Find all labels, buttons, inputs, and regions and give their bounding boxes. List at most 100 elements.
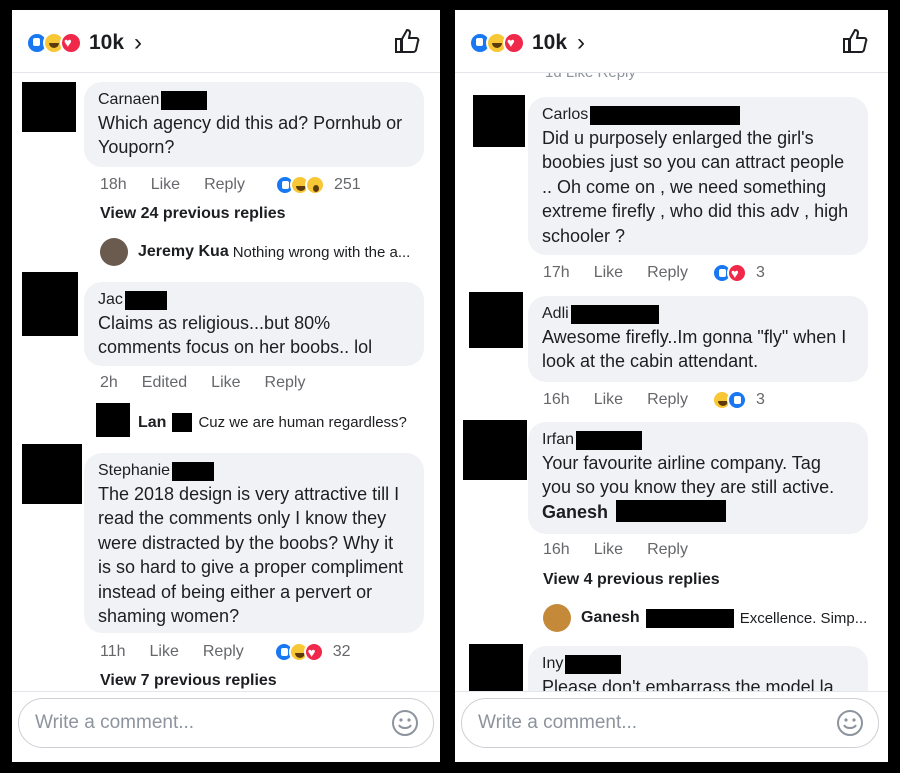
comment-text: The 2018 design is very attractive till … (98, 484, 404, 627)
like-link[interactable]: Like (594, 264, 623, 282)
comment-text: Your favourite airline company. Tag you … (542, 453, 835, 498)
reactions-header[interactable]: 10k › (12, 10, 440, 73)
comment-author: Stephanie (98, 461, 410, 481)
comment-meta: 16h Like Reply (543, 541, 712, 559)
love-reaction-icon (726, 263, 747, 283)
like-reaction-icon (726, 390, 747, 410)
comment-time: 16h (543, 391, 570, 408)
reactions-header[interactable]: 10k › (455, 10, 888, 73)
reply-text: Excellence. Simp... (739, 609, 868, 627)
redacted-surname (172, 413, 193, 432)
comment-input[interactable] (476, 711, 780, 735)
comment-body: Your favourite airline company. Tag you … (542, 451, 854, 524)
comment-reactions[interactable]: 251 (274, 175, 361, 195)
comment-reactions[interactable]: 3 (711, 263, 765, 283)
reaction-count: 10k (89, 31, 125, 54)
comment-composer (455, 691, 888, 762)
redacted-avatar (22, 444, 82, 504)
like-thumb-icon[interactable] (394, 28, 420, 54)
reply-link[interactable]: Reply (647, 541, 688, 559)
like-link[interactable]: Like (211, 374, 240, 392)
comment-box[interactable] (461, 698, 879, 748)
like-link[interactable]: Like (594, 541, 623, 559)
like-link[interactable]: Like (151, 176, 180, 194)
redacted-avatar (473, 95, 525, 147)
reaction-summary[interactable]: 10k › (469, 31, 585, 55)
comment-time: 2h (100, 374, 118, 391)
redacted-surname (124, 290, 167, 310)
comment-composer (12, 691, 440, 762)
emoji-icon[interactable] (391, 709, 419, 737)
reply-link[interactable]: Reply (647, 391, 688, 409)
love-reaction-icon (503, 32, 525, 54)
reply-text: Cuz we are human regardless? (198, 414, 407, 431)
reply-preview[interactable]: Ganesh Excellence. Simp... (543, 604, 867, 632)
author-name[interactable]: Carlos (542, 106, 588, 124)
comments-panel-left: 10k › Carnaen Which agency did this ad? … (12, 10, 440, 762)
comment-bubble[interactable]: Adli Awesome firefly..Im gonna "fly" whe… (528, 296, 868, 382)
comment-meta: 17h Like Reply 3 (543, 263, 765, 283)
redacted-avatar (96, 403, 130, 437)
redacted-surname (570, 304, 659, 324)
reply-author[interactable]: Lan (138, 414, 166, 432)
reply-link[interactable]: Reply (203, 643, 244, 661)
reply-preview[interactable]: Lan Cuz we are human regardless? (138, 413, 407, 432)
view-previous-replies[interactable]: View 24 previous replies (100, 205, 286, 223)
comment-author: Adli (542, 304, 854, 324)
redacted-surname (645, 608, 734, 628)
reply-author[interactable]: Jeremy Kua (138, 243, 229, 261)
reply-link[interactable]: Reply (647, 264, 688, 282)
author-name[interactable]: Stephanie (98, 462, 170, 480)
comment-input[interactable] (33, 711, 337, 735)
reaction-count: 3 (755, 391, 765, 408)
chevron-right-icon[interactable]: › (134, 31, 142, 55)
comment-meta: 11h Like Reply 32 (100, 642, 351, 662)
comment-meta: 16h Like Reply 3 (543, 390, 765, 410)
comment-reactions[interactable]: 32 (273, 642, 351, 662)
avatar[interactable] (543, 604, 571, 632)
comment-time: 11h (100, 643, 126, 660)
comment-reactions[interactable]: 3 (711, 390, 765, 410)
author-name[interactable]: Carnaen (98, 91, 159, 109)
author-name[interactable]: Jac (98, 291, 123, 309)
reaction-summary[interactable]: 10k › (26, 31, 142, 55)
redacted-avatar (469, 644, 523, 698)
comment-bubble[interactable]: Carlos Did u purposely enlarged the girl… (528, 97, 868, 255)
chevron-right-icon[interactable]: › (577, 31, 585, 55)
comment-feed: Carnaen Which agency did this ad? Pornhu… (12, 10, 440, 762)
like-thumb-icon[interactable] (842, 28, 868, 54)
avatar[interactable] (100, 238, 128, 266)
comment-bubble[interactable]: Jac Claims as religious...but 80% commen… (84, 282, 424, 366)
author-name[interactable]: Irfan (542, 431, 574, 449)
comment-time: 17h (543, 264, 570, 281)
redacted-avatar (22, 272, 78, 336)
love-reaction-icon (60, 32, 82, 54)
emoji-icon[interactable] (836, 709, 864, 737)
comment-author: Irfan (542, 430, 854, 450)
redacted-surname (172, 461, 215, 481)
reaction-count: 251 (333, 176, 361, 193)
comment-bubble[interactable]: Carnaen Which agency did this ad? Pornhu… (84, 82, 424, 167)
comment-meta: 18h Like Reply 251 (100, 175, 361, 195)
reply-preview[interactable]: Jeremy Kua Nothing wrong with the a... (100, 238, 410, 266)
comment-bubble[interactable]: Irfan Your favourite airline company. Ta… (528, 422, 868, 534)
comment-bubble[interactable]: Stephanie The 2018 design is very attrac… (84, 453, 424, 633)
view-previous-replies[interactable]: View 7 previous replies (100, 672, 277, 690)
mention-tag[interactable]: Ganesh (542, 502, 608, 522)
like-link[interactable]: Like (150, 643, 179, 661)
comment-meta: 2h Edited Like Reply (100, 374, 329, 392)
reply-link[interactable]: Reply (204, 176, 245, 194)
redacted-surname (565, 654, 622, 674)
reply-author[interactable]: Ganesh (581, 609, 640, 627)
author-name[interactable]: Iny (542, 655, 563, 673)
comment-box[interactable] (18, 698, 434, 748)
comment-author: Jac (98, 290, 410, 310)
like-link[interactable]: Like (594, 391, 623, 409)
comment-text: Claims as religious...but 80% comments f… (98, 313, 373, 358)
redacted-avatar (463, 420, 527, 480)
comment-author: Iny (542, 654, 854, 674)
reply-link[interactable]: Reply (265, 374, 306, 392)
comment-text: Did u purposely enlarged the girl's boob… (542, 128, 849, 246)
view-previous-replies[interactable]: View 4 previous replies (543, 571, 720, 589)
author-name[interactable]: Adli (542, 305, 569, 323)
